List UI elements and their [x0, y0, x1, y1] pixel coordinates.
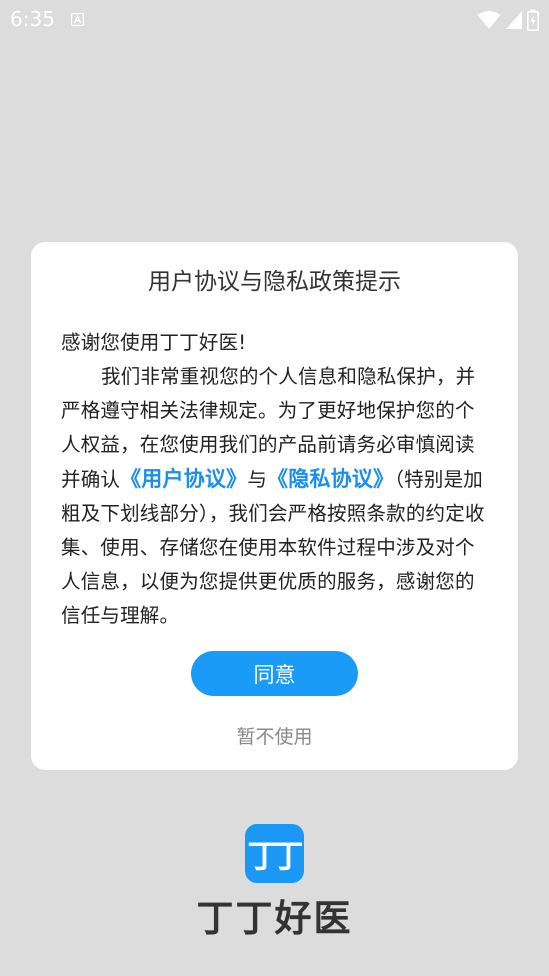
dialog-title: 用户协议与隐私政策提示	[148, 269, 401, 295]
screen: 6:35 用户协议与隐私政策提示 感谢您使用丁丁好医! 我们非常重视您的个人信息…	[0, 0, 549, 976]
wifi-icon	[477, 10, 501, 30]
conjunction-text: 与	[247, 468, 268, 491]
greeting-text: 感谢您使用丁丁好医!	[61, 331, 247, 354]
status-icons	[477, 9, 539, 31]
decline-button[interactable]: 暂不使用	[191, 720, 358, 750]
agreement-text-after: （特别是加粗及下划线部分），我们会严格按照条款的约定收集、使用、存储您在使用本软…	[61, 468, 485, 627]
agree-button[interactable]: 同意	[191, 651, 358, 696]
privacy-dialog: 用户协议与隐私政策提示 感谢您使用丁丁好医! 我们非常重视您的个人信息和隐私保护…	[31, 242, 518, 770]
app-logo-text: 丁丁	[247, 836, 303, 875]
app-logo: 丁丁	[245, 824, 304, 883]
status-time: 6:35	[10, 7, 55, 31]
agreement-paragraph: 我们非常重视您的个人信息和隐私保护，并严格遵守相关法律规定。为了更好地保护您的个…	[61, 360, 491, 633]
battery-icon	[527, 9, 539, 31]
dialog-body: 感谢您使用丁丁好医! 我们非常重视您的个人信息和隐私保护，并严格遵守相关法律规定…	[61, 326, 491, 633]
status-bar: 6:35	[0, 0, 549, 38]
privacy-agreement-link[interactable]: 《隐私协议》	[267, 467, 394, 491]
signal-icon	[505, 10, 523, 30]
user-agreement-link[interactable]: 《用户协议》	[120, 467, 247, 491]
app-name: 丁丁好医	[196, 897, 353, 940]
a-letter-notification-icon	[70, 11, 85, 27]
